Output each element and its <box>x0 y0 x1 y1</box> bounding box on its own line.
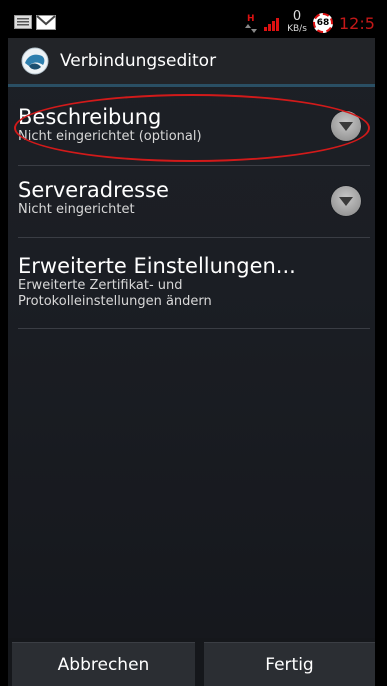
svg-text:H: H <box>247 14 255 24</box>
screen: H 0 KB/s 68 12:50 Verbindungseditor Besc… <box>8 8 375 686</box>
network-speed: 0 KB/s <box>283 9 311 35</box>
setting-advanced-subtitle: Erweiterte Zertifikat- und Protokolleins… <box>18 278 212 309</box>
app-globe-icon <box>21 47 49 75</box>
highlight-ellipse <box>14 94 370 162</box>
network-speed-unit: KB/s <box>287 24 307 34</box>
data-arrows-icon: H <box>245 14 257 33</box>
done-button[interactable]: Fertig <box>204 642 375 686</box>
setting-server-address-title: Serveradresse <box>18 178 169 202</box>
setting-server-address-subtitle: Nicht eingerichtet <box>18 202 135 217</box>
divider <box>18 237 370 238</box>
gmail-icon <box>36 15 56 30</box>
divider <box>18 328 370 329</box>
network-speed-value: 0 <box>292 9 302 24</box>
status-bar: H 0 KB/s 68 12:50 <box>8 8 375 38</box>
setting-advanced-title: Erweiterte Einstellungen... <box>18 254 296 278</box>
title-divider <box>8 84 375 87</box>
keyboard-icon <box>14 15 32 29</box>
title-bar: Verbindungseditor <box>8 38 375 84</box>
setting-advanced[interactable]: Erweiterte Einstellungen... Erweiterte Z… <box>18 254 370 310</box>
battery-badge: 68 <box>313 13 333 33</box>
page-title: Verbindungseditor <box>60 51 217 71</box>
signal-icon <box>264 18 279 31</box>
divider <box>18 165 370 166</box>
server-address-dropdown-icon[interactable] <box>331 186 361 216</box>
cancel-button[interactable]: Abbrechen <box>12 642 195 686</box>
clock: 12:50 <box>339 14 375 33</box>
setting-server-address[interactable]: Serveradresse Nicht eingerichtet <box>18 178 370 218</box>
